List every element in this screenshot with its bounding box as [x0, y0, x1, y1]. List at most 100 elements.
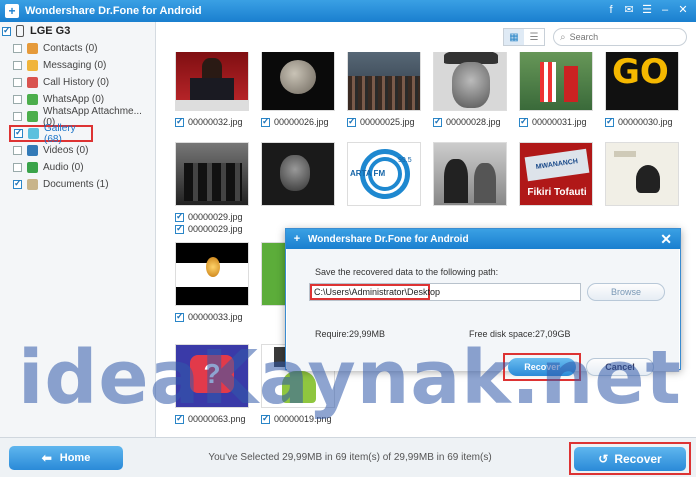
undo-icon: ↺ — [598, 452, 609, 466]
thumbnail — [519, 52, 593, 111]
gallery-icon — [28, 128, 39, 139]
dialog-recover-button[interactable]: Recover — [508, 358, 576, 376]
gallery-caption: 00000032.jpg — [175, 116, 249, 127]
item-checkbox[interactable] — [261, 116, 270, 127]
gallery-item[interactable] — [605, 142, 679, 206]
device-row[interactable]: LGE G3 — [0, 22, 155, 40]
thumbnail — [261, 142, 335, 206]
device-checkbox[interactable] — [2, 25, 11, 36]
whatsapp-attachment-icon — [27, 111, 38, 122]
gallery-item[interactable]: 00000025.jpg — [347, 52, 421, 127]
gallery-item[interactable]: ARTA FM 99.5 — [347, 142, 421, 206]
sidebar-item-messaging[interactable]: Messaging (0) — [0, 57, 155, 74]
gallery-caption: 00000029.jpg — [175, 211, 249, 222]
phone-icon — [16, 25, 24, 37]
sidebar-item-checkbox[interactable] — [14, 127, 23, 138]
gallery-item[interactable]: 00000029.jpg — [175, 142, 249, 222]
sidebar: LGE G3 Contacts (0) Messaging (0) Call His… — [0, 22, 156, 437]
window-title: Wondershare Dr.Fone for Android — [25, 5, 202, 17]
view-toggle: ▦ ☰ — [503, 28, 545, 46]
selection-status: You've Selected 29,99MB in 69 item(s) of… — [208, 452, 492, 463]
thumbnail — [175, 242, 249, 306]
messaging-icon — [27, 60, 38, 71]
thumbnail — [433, 142, 507, 206]
item-checkbox[interactable] — [433, 116, 442, 127]
dialog-title: Wondershare Dr.Fone for Android — [308, 233, 469, 245]
minimize-icon[interactable]: – — [658, 3, 672, 17]
recover-button[interactable]: ↺ Recover — [574, 447, 686, 471]
save-dialog: + Wondershare Dr.Fone for Android ✕ Save… — [285, 228, 681, 381]
contacts-icon — [27, 43, 38, 54]
sidebar-item-audio[interactable]: Audio (0) — [0, 159, 155, 176]
dialog-cancel-button[interactable]: Cancel — [586, 358, 654, 376]
sidebar-item-label: WhatsApp (0) — [43, 94, 105, 105]
item-checkbox[interactable] — [175, 311, 184, 322]
gallery-item[interactable]: 00000026.jpg — [261, 52, 335, 127]
sidebar-item-checkbox[interactable] — [13, 78, 22, 87]
sidebar-item-checkbox[interactable] — [13, 178, 22, 189]
gallery-item[interactable]: MWANANCH Fikiri Tofauti — [519, 142, 593, 206]
close-icon[interactable]: ✕ — [676, 3, 690, 17]
documents-icon — [27, 179, 38, 190]
item-checkbox[interactable] — [175, 211, 184, 222]
videos-icon — [27, 145, 38, 156]
app-logo-icon: + — [293, 233, 301, 245]
sidebar-item-checkbox[interactable] — [13, 95, 22, 104]
sidebar-item-label: Messaging (0) — [43, 60, 107, 71]
audio-icon — [27, 162, 38, 173]
gallery-caption: 00000030.jpg — [605, 116, 679, 127]
sidebar-item-checkbox[interactable] — [13, 61, 22, 70]
gallery-item[interactable]: ? 00000063.png — [175, 344, 249, 424]
search-box: ⌕ — [553, 28, 687, 46]
sidebar-item-label: Videos (0) — [43, 145, 89, 156]
thumbnail — [261, 52, 335, 111]
facebook-icon[interactable]: f — [604, 3, 618, 17]
item-checkbox[interactable] — [175, 116, 184, 127]
home-button[interactable]: ⬅ Home — [9, 446, 123, 470]
gallery-item[interactable]: 00000031.jpg — [519, 52, 593, 127]
item-checkbox[interactable] — [347, 116, 356, 127]
feedback-icon[interactable]: ✉ — [622, 3, 636, 17]
sidebar-item-documents[interactable]: Documents (1) — [0, 176, 155, 193]
gallery-item[interactable]: 00000033.jpg — [175, 242, 249, 322]
gallery-item[interactable] — [261, 142, 335, 206]
list-view-icon[interactable]: ☰ — [524, 29, 544, 45]
sidebar-item-gallery[interactable]: Gallery (68) — [9, 123, 93, 145]
sidebar-item-checkbox[interactable] — [13, 163, 22, 172]
sidebar-item-label: Call History (0) — [43, 77, 110, 88]
gallery-caption: 00000033.jpg — [175, 311, 249, 322]
sidebar-item-videos[interactable]: Videos (0) — [0, 142, 155, 159]
gallery-caption: 00000028.jpg — [433, 116, 507, 127]
grid-view-icon[interactable]: ▦ — [504, 29, 524, 45]
gallery-item[interactable] — [433, 142, 507, 206]
dialog-body: Save the recovered data to the following… — [287, 249, 679, 381]
thumbnail — [605, 142, 679, 206]
sidebar-item-call-history[interactable]: Call History (0) — [0, 74, 155, 91]
gallery-caption: 00000025.jpg — [347, 116, 421, 127]
item-checkbox[interactable] — [605, 116, 614, 127]
bottom-bar: ⬅ Home You've Selected 29,99MB in 69 ite… — [0, 437, 696, 477]
item-checkbox[interactable] — [261, 413, 270, 424]
browse-button[interactable]: Browse — [587, 283, 665, 301]
gallery-item[interactable]: 00000032.jpg — [175, 52, 249, 127]
item-checkbox[interactable] — [175, 413, 184, 424]
save-path-label: Save the recovered data to the following… — [315, 267, 499, 277]
save-path-input[interactable]: C:\Users\Administrator\Desktop — [309, 283, 581, 301]
required-space: Require:29,99MB — [315, 329, 386, 339]
gallery-item[interactable]: GO 00000030.jpg — [605, 52, 679, 127]
item-checkbox[interactable] — [175, 223, 184, 234]
sidebar-item-contacts[interactable]: Contacts (0) — [0, 40, 155, 57]
search-icon: ⌕ — [560, 31, 566, 43]
dialog-close-icon[interactable]: ✕ — [660, 231, 672, 248]
sidebar-item-checkbox[interactable] — [13, 146, 22, 155]
sidebar-item-label: Contacts (0) — [43, 43, 98, 54]
sidebar-item-checkbox[interactable] — [13, 112, 22, 121]
item-checkbox[interactable] — [519, 116, 528, 127]
window-controls: f ✉ ☰ – ✕ — [604, 3, 690, 17]
sidebar-item-checkbox[interactable] — [13, 44, 22, 53]
save-path-value[interactable]: C:\Users\Administrator\Desktop — [310, 284, 440, 300]
search-input[interactable] — [569, 32, 670, 42]
gallery-item[interactable]: 00000028.jpg — [433, 52, 507, 127]
menu-icon[interactable]: ☰ — [640, 3, 654, 17]
sidebar-item-label: Audio (0) — [43, 162, 84, 173]
